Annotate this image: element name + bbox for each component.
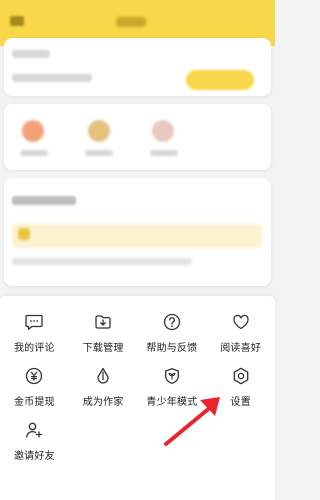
sprout-shield-icon: [164, 368, 179, 384]
help-icon: [163, 313, 181, 331]
gear-icon: [233, 367, 248, 385]
blurred-text: [12, 50, 50, 58]
menu-item-download-manager[interactable]: 下载管理: [69, 308, 138, 362]
header-title-blurred: [116, 17, 146, 27]
download-icon: [95, 315, 111, 329]
menu-item-label: 帮助与反馈: [146, 343, 198, 354]
menu-item-teen-mode[interactable]: 青少年模式: [138, 362, 207, 416]
menu-item-invite-friends[interactable]: 邀请好友: [0, 416, 69, 470]
blurred-text: [20, 150, 48, 156]
blurred-yellow-button: [186, 70, 254, 90]
blurred-shortcut-icon: [88, 120, 110, 142]
blurred-text: [85, 150, 113, 156]
blurred-notice-row: [12, 224, 262, 248]
blurred-shortcut-icon: [22, 120, 44, 142]
menu-item-label: 设置: [230, 397, 251, 408]
blurred-text: [12, 74, 92, 82]
blurred-shortcut-icon: [152, 120, 174, 142]
more-menu-sheet: 我的评论 下载管理 帮助与反馈 阅读喜好 金币提现 成为作家 青少年模式 设置 …: [0, 296, 275, 500]
menu-item-settings[interactable]: 设置: [206, 362, 275, 416]
menu-item-label: 下载管理: [82, 343, 124, 354]
blurred-text: [150, 150, 178, 156]
shortcut-card-blurred: [4, 104, 271, 170]
menu-item-label: 我的评论: [13, 343, 55, 354]
menu-item-my-comments[interactable]: 我的评论: [0, 308, 69, 362]
menu-grid: 我的评论 下载管理 帮助与反馈 阅读喜好 金币提现 成为作家 青少年模式 设置 …: [0, 308, 275, 470]
blurred-text: [12, 196, 76, 205]
menu-item-reading-preference[interactable]: 阅读喜好: [206, 308, 275, 362]
blurred-notice-icon: [18, 228, 30, 240]
pen-nib-icon: [97, 367, 109, 384]
menu-icon: [10, 16, 24, 26]
coin-withdraw-icon: [26, 367, 43, 385]
menu-item-coin-withdraw[interactable]: 金币提现: [0, 362, 69, 416]
menu-item-become-writer[interactable]: 成为作家: [69, 362, 138, 416]
menu-item-label: 金币提现: [13, 397, 55, 408]
menu-item-label: 成为作家: [82, 397, 124, 408]
comment-icon: [25, 314, 44, 330]
menu-item-label: 邀请好友: [13, 451, 55, 462]
heart-icon: [232, 314, 249, 330]
menu-item-help-feedback[interactable]: 帮助与反馈: [138, 308, 207, 362]
menu-item-label: 青少年模式: [146, 397, 198, 408]
menu-item-label: 阅读喜好: [220, 343, 262, 354]
blurred-text: [12, 258, 192, 265]
add-user-icon: [26, 422, 43, 438]
